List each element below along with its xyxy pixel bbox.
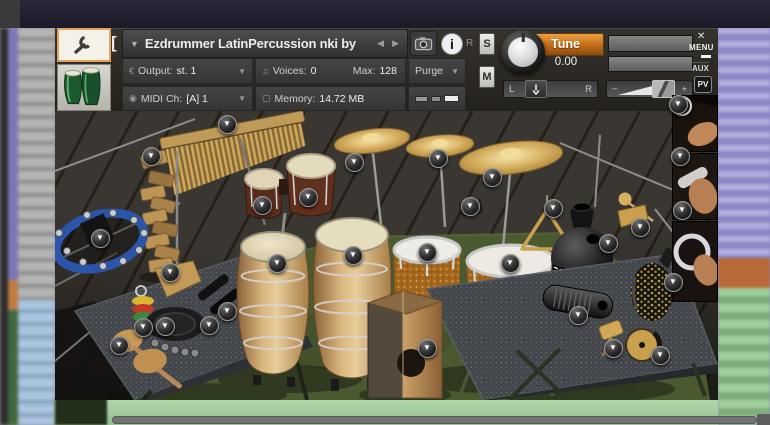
instrument-marker-shekere[interactable]: ▼ — [663, 272, 683, 292]
pan-right-label: R — [585, 83, 592, 95]
instrument-marker-bar-chimes[interactable]: ▼ — [217, 114, 237, 134]
voices-panel: ♫ Voices: 0 Max: 128 — [255, 58, 406, 84]
voices-value: 0 — [310, 65, 317, 77]
mute-button[interactable]: M — [479, 66, 495, 88]
menu-label[interactable]: MENU — [689, 43, 714, 52]
green-congas-icon — [64, 67, 101, 106]
instrument-marker-timbale-high[interactable]: ▼ — [417, 242, 437, 262]
instrument-marker-triangle[interactable]: ▼ — [543, 198, 563, 218]
instrument-thumbnail-congas[interactable] — [57, 64, 111, 111]
remove-instrument-button[interactable]: ✕ — [697, 31, 705, 42]
edit-wrench-button[interactable] — [57, 28, 111, 62]
tune-knob[interactable] — [501, 30, 545, 74]
voices-label: Voices: — [272, 65, 307, 77]
instrument-marker-photo-thumb-3[interactable]: ▼ — [672, 200, 692, 220]
daw-horizontal-scrollbar[interactable] — [112, 416, 757, 424]
output-value: st. 1 — [176, 65, 197, 77]
output-label: Output: — [138, 65, 173, 77]
performance-view-button[interactable]: PV — [694, 76, 712, 93]
midi-label: MIDI Ch: — [140, 92, 183, 105]
next-instrument-icon[interactable]: ▶ — [391, 38, 400, 49]
purge-dropdown-icon[interactable]: ▼ — [451, 67, 459, 76]
screenshot-root: [ ▼ Ezdrummer LatinPercussion nki by ◀ ▶… — [0, 0, 770, 425]
instrument-marker-conga-open[interactable]: ▼ — [267, 253, 287, 273]
instrument-marker-jam-block[interactable]: ▼ — [217, 301, 237, 321]
instrument-marker-wood-block[interactable]: ▼ — [160, 262, 180, 282]
instrument-marker-mounted-block[interactable]: ▼ — [460, 196, 480, 216]
instrument-marker-splash-cymbal-mid[interactable]: ▼ — [428, 148, 448, 168]
midi-channel-panel[interactable]: ◉ MIDI Ch: [A] 1 ▼ — [122, 86, 253, 111]
camera-icon — [414, 37, 433, 51]
midi-value: [A] 1 — [186, 92, 208, 105]
instrument-marker-cowbell[interactable]: ▼ — [630, 217, 650, 237]
daw-background-track-list — [0, 28, 55, 425]
instrument-marker-claves[interactable]: ▼ — [199, 315, 219, 335]
tune-value[interactable]: 0.00 — [538, 56, 594, 68]
instrument-marker-maracas[interactable]: ▼ — [109, 335, 129, 355]
instrument-marker-udu[interactable]: ▼ — [598, 233, 618, 253]
purge-button[interactable]: Purge ▼ — [408, 58, 466, 84]
instrument-marker-wheel-rattle[interactable]: ▼ — [650, 345, 670, 365]
instrument-marker-photo-thumb-1[interactable]: ▼ — [668, 94, 688, 114]
max-voices-value[interactable]: 128 — [379, 65, 399, 77]
aux-button[interactable]: AUX — [692, 62, 709, 73]
instrument-marker-splash-cymbal-left[interactable]: ▼ — [344, 152, 364, 172]
info-button[interactable]: i — [441, 33, 463, 55]
daw-background-top — [0, 0, 770, 28]
instrument-marker-guiro[interactable]: ▼ — [568, 305, 588, 325]
daw-scrollbar-corner — [757, 414, 770, 425]
level-meters-panel — [408, 86, 466, 111]
snapshot-camera-button[interactable] — [410, 31, 437, 56]
instrument-marker-photo-thumb-2[interactable]: ▼ — [670, 146, 690, 166]
meter-bar-2 — [431, 95, 442, 102]
frame-drum[interactable] — [145, 307, 205, 341]
memory-panel: ▢ Memory: 14.72 MB — [255, 86, 406, 111]
wrench-icon — [74, 35, 90, 54]
output-dropdown-icon[interactable]: ▼ — [238, 67, 246, 76]
meter-bar-3 — [444, 95, 459, 102]
instrument-marker-splash-cymbal-right[interactable]: ▼ — [482, 167, 502, 187]
instrument-marker-timbale-low[interactable]: ▼ — [500, 253, 520, 273]
midi-dropdown-icon[interactable]: ▼ — [238, 94, 246, 103]
output-meter-left — [608, 35, 693, 52]
title-dropdown-icon[interactable]: ▼ — [130, 39, 139, 49]
prev-instrument-icon[interactable]: ◀ — [376, 38, 385, 49]
instrument-marker-conga-slap[interactable]: ▼ — [343, 245, 363, 265]
voices-icon: ♫ — [262, 66, 269, 76]
meter-bar-1 — [415, 95, 429, 102]
max-voices-label: Max: — [352, 65, 376, 77]
pan-slider-handle[interactable] — [525, 80, 547, 98]
instrument-marker-toy-shaker[interactable]: ▼ — [133, 317, 153, 337]
instrument-marker-mark-tree[interactable]: ▼ — [141, 146, 161, 166]
output-meter-right — [608, 56, 693, 72]
midi-icon: ◉ — [129, 93, 137, 103]
pan-handle-icon — [532, 84, 540, 95]
memory-value: 14.72 MB — [319, 92, 365, 105]
volume-plus-label: + — [681, 83, 687, 95]
instrument-marker-frame-drum[interactable]: ▼ — [155, 316, 175, 336]
memory-icon: ▢ — [262, 93, 271, 103]
daw-background-arrangement — [718, 28, 770, 425]
instrument-title: Ezdrummer LatinPercussion nki by — [144, 36, 356, 51]
instrument-marker-cajon[interactable]: ▼ — [417, 338, 437, 358]
instrument-marker-mounted-tambourine[interactable]: ▼ — [90, 228, 110, 248]
pan-left-label: L — [509, 83, 515, 95]
tune-knob-pointer — [521, 33, 525, 42]
daw-bottom-left-plugin — [55, 398, 107, 425]
volume-minus-label: − — [612, 83, 618, 95]
instrument-marker-bongo-low[interactable]: ▼ — [252, 195, 272, 215]
minimize-dash[interactable] — [701, 55, 711, 58]
rack-r-label: R — [466, 38, 474, 49]
instrument-marker-hand-castanet[interactable]: ▼ — [603, 338, 623, 358]
memory-label: Memory: — [274, 92, 316, 105]
pan-slider[interactable]: L R — [503, 80, 598, 98]
splash-cymbals[interactable] — [333, 124, 565, 180]
instrument-title-bar[interactable]: ▼ Ezdrummer LatinPercussion nki by ◀ ▶ — [122, 29, 408, 58]
instrument-marker-bongo-high[interactable]: ▼ — [298, 187, 318, 207]
info-icon: i — [450, 36, 454, 52]
output-panel[interactable]: € Output: st. 1 ▼ — [122, 58, 253, 84]
solo-button[interactable]: S — [479, 33, 495, 55]
output-icon: € — [129, 66, 135, 76]
purge-label: Purge — [415, 65, 444, 77]
